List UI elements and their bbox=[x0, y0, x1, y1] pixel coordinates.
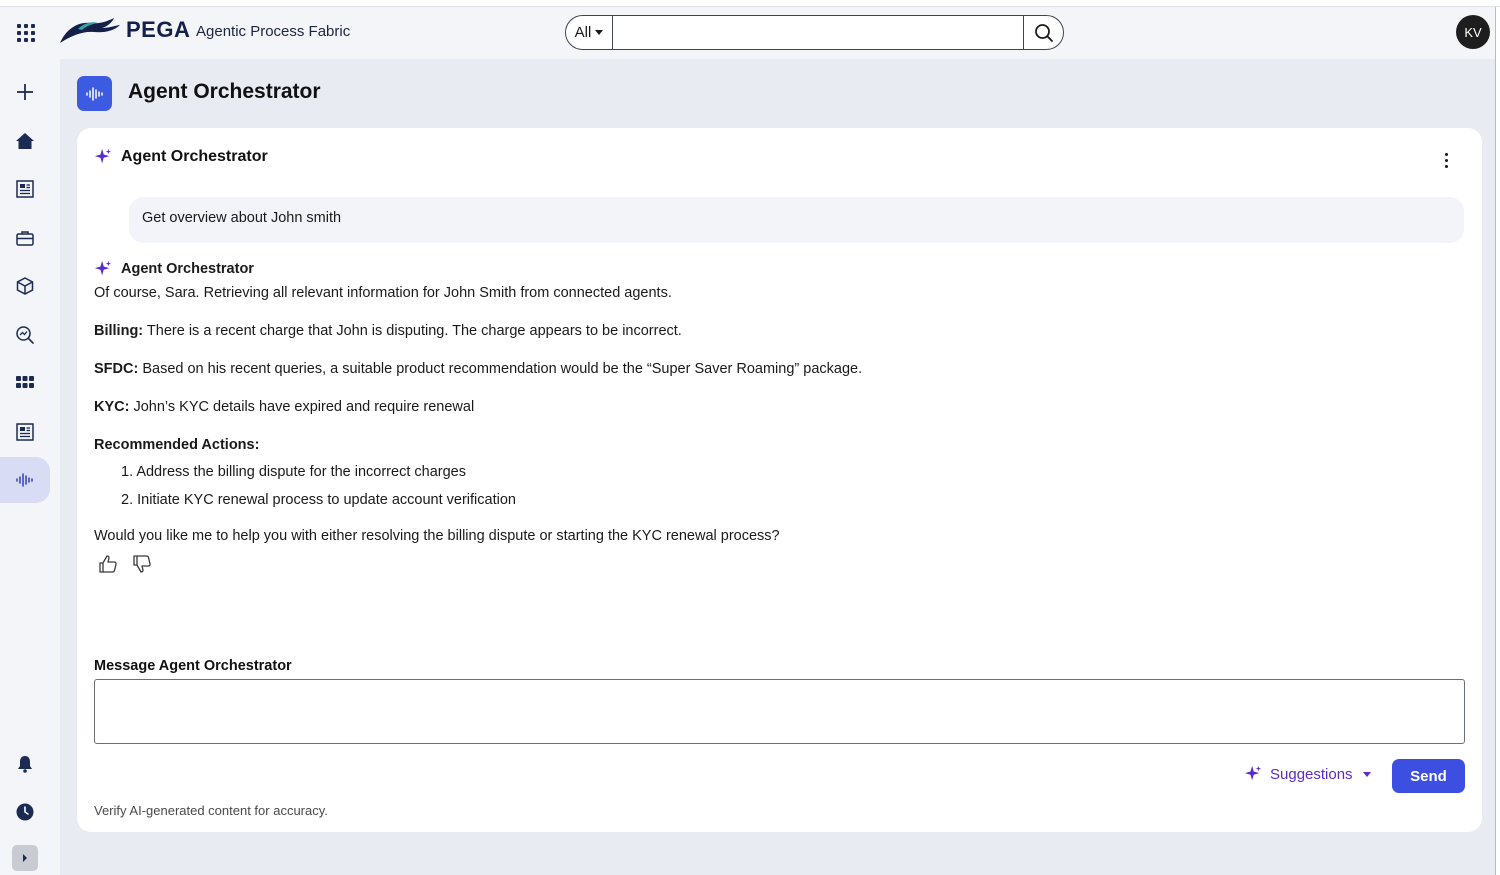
search-input[interactable] bbox=[613, 16, 1023, 49]
nav-history[interactable] bbox=[0, 789, 50, 835]
thumbs-down-icon[interactable] bbox=[132, 554, 152, 578]
sfdc-text: Based on his recent queries, a suitable … bbox=[138, 361, 863, 377]
reply-intro: Of course, Sara. Retrieving all relevant… bbox=[94, 285, 672, 301]
chat-title: Agent Orchestrator bbox=[121, 148, 268, 165]
send-button[interactable]: Send bbox=[1392, 759, 1465, 793]
nav-reports[interactable] bbox=[0, 409, 50, 455]
thumbs-up-icon[interactable] bbox=[98, 554, 118, 578]
search-button[interactable] bbox=[1023, 16, 1063, 49]
plus-icon bbox=[17, 84, 33, 100]
waveform-icon bbox=[85, 86, 103, 101]
feedback-bar bbox=[94, 554, 1454, 578]
nav-work[interactable] bbox=[0, 215, 50, 261]
pega-logo[interactable]: PEGA bbox=[58, 15, 190, 45]
sparkle-icon bbox=[94, 148, 112, 164]
nav-agent-orchestrator[interactable] bbox=[0, 457, 50, 503]
user-message: Get overview about John smith bbox=[129, 197, 1464, 243]
app-launcher-grid-icon[interactable] bbox=[14, 21, 36, 43]
nav-notifications[interactable] bbox=[0, 741, 50, 787]
briefcase-icon bbox=[16, 231, 34, 246]
message-label: Message Agent Orchestrator bbox=[94, 658, 292, 674]
actions-title-text: Recommended Actions: bbox=[94, 437, 260, 453]
chat-header: Agent Orchestrator bbox=[94, 148, 268, 166]
nav-cube[interactable] bbox=[0, 263, 50, 309]
apps-grid-icon bbox=[16, 376, 34, 388]
caret-down-icon bbox=[1362, 771, 1371, 777]
billing-text: There is a recent charge that John is di… bbox=[143, 323, 682, 339]
page-title: Agent Orchestrator bbox=[128, 80, 321, 103]
global-search: All bbox=[565, 15, 1064, 50]
sparkle-icon bbox=[1244, 765, 1262, 781]
nav-create[interactable] bbox=[0, 69, 50, 115]
reply-header: Agent Orchestrator bbox=[94, 260, 1454, 278]
caret-down-icon bbox=[595, 30, 604, 35]
nav-expand[interactable] bbox=[0, 835, 50, 875]
billing-label: Billing: bbox=[94, 323, 144, 339]
nav-apps[interactable] bbox=[0, 360, 50, 406]
newspaper-icon bbox=[16, 180, 34, 198]
nav-news[interactable] bbox=[0, 166, 50, 212]
reply-sender: Agent Orchestrator bbox=[121, 261, 254, 277]
bell-icon bbox=[18, 756, 32, 773]
message-input[interactable] bbox=[94, 679, 1465, 744]
pega-bird-icon bbox=[60, 18, 120, 43]
reply-billing: Billing: There is a recent charge that J… bbox=[94, 323, 1454, 340]
actions-title: Recommended Actions: bbox=[94, 437, 1454, 454]
chat-card: Agent Orchestrator Get overview about Jo… bbox=[77, 128, 1482, 832]
search-chart-icon bbox=[16, 326, 34, 344]
nav-home[interactable] bbox=[0, 118, 50, 164]
search-icon bbox=[1034, 23, 1053, 42]
search-scope-label: All bbox=[574, 24, 592, 41]
waveform-icon bbox=[16, 473, 33, 487]
list-item: 1. Address the billing dispute for the i… bbox=[121, 464, 466, 480]
list-item: 2. Initiate KYC renewal process to updat… bbox=[121, 492, 516, 508]
page-waveform-icon bbox=[77, 76, 112, 111]
clock-icon bbox=[16, 803, 34, 821]
window-right-edge bbox=[1495, 7, 1500, 875]
app-header: PEGA Agentic Process Fabric All KV bbox=[0, 7, 1500, 59]
kyc-label: KYC: bbox=[94, 399, 130, 415]
reply-kyc: KYC: John’s KYC details have expired and… bbox=[94, 399, 1454, 416]
more-options-icon[interactable] bbox=[1438, 150, 1454, 170]
suggestions-label: Suggestions bbox=[1270, 765, 1353, 783]
reply-sfdc: SFDC: Based on his recent queries, a sui… bbox=[94, 361, 1454, 378]
kyc-text: John’s KYC details have expired and requ… bbox=[129, 399, 475, 415]
newspaper-icon bbox=[16, 423, 34, 441]
sparkle-icon bbox=[94, 260, 112, 276]
suggestions-button[interactable]: Suggestions bbox=[1244, 765, 1371, 783]
nav-explore[interactable] bbox=[0, 312, 50, 358]
home-icon bbox=[16, 133, 34, 149]
left-navigation bbox=[0, 59, 60, 875]
ai-disclaimer: Verify AI-generated content for accuracy… bbox=[94, 803, 328, 818]
agent-reply: Agent Orchestrator Of course, Sara. Retr… bbox=[94, 260, 1454, 578]
user-avatar[interactable]: KV bbox=[1456, 15, 1490, 49]
app-name: Agentic Process Fabric bbox=[196, 23, 351, 40]
cube-icon bbox=[16, 277, 34, 295]
search-scope-dropdown[interactable]: All bbox=[566, 16, 613, 49]
expand-icon bbox=[12, 845, 38, 871]
recommended-actions-list: 1. Address the billing dispute for the i… bbox=[94, 464, 1454, 509]
reply-closing: Would you like me to help you with eithe… bbox=[94, 528, 780, 544]
sfdc-label: SFDC: bbox=[94, 361, 139, 377]
logo-text: PEGA bbox=[126, 17, 191, 42]
window-top-strip bbox=[0, 0, 1500, 7]
